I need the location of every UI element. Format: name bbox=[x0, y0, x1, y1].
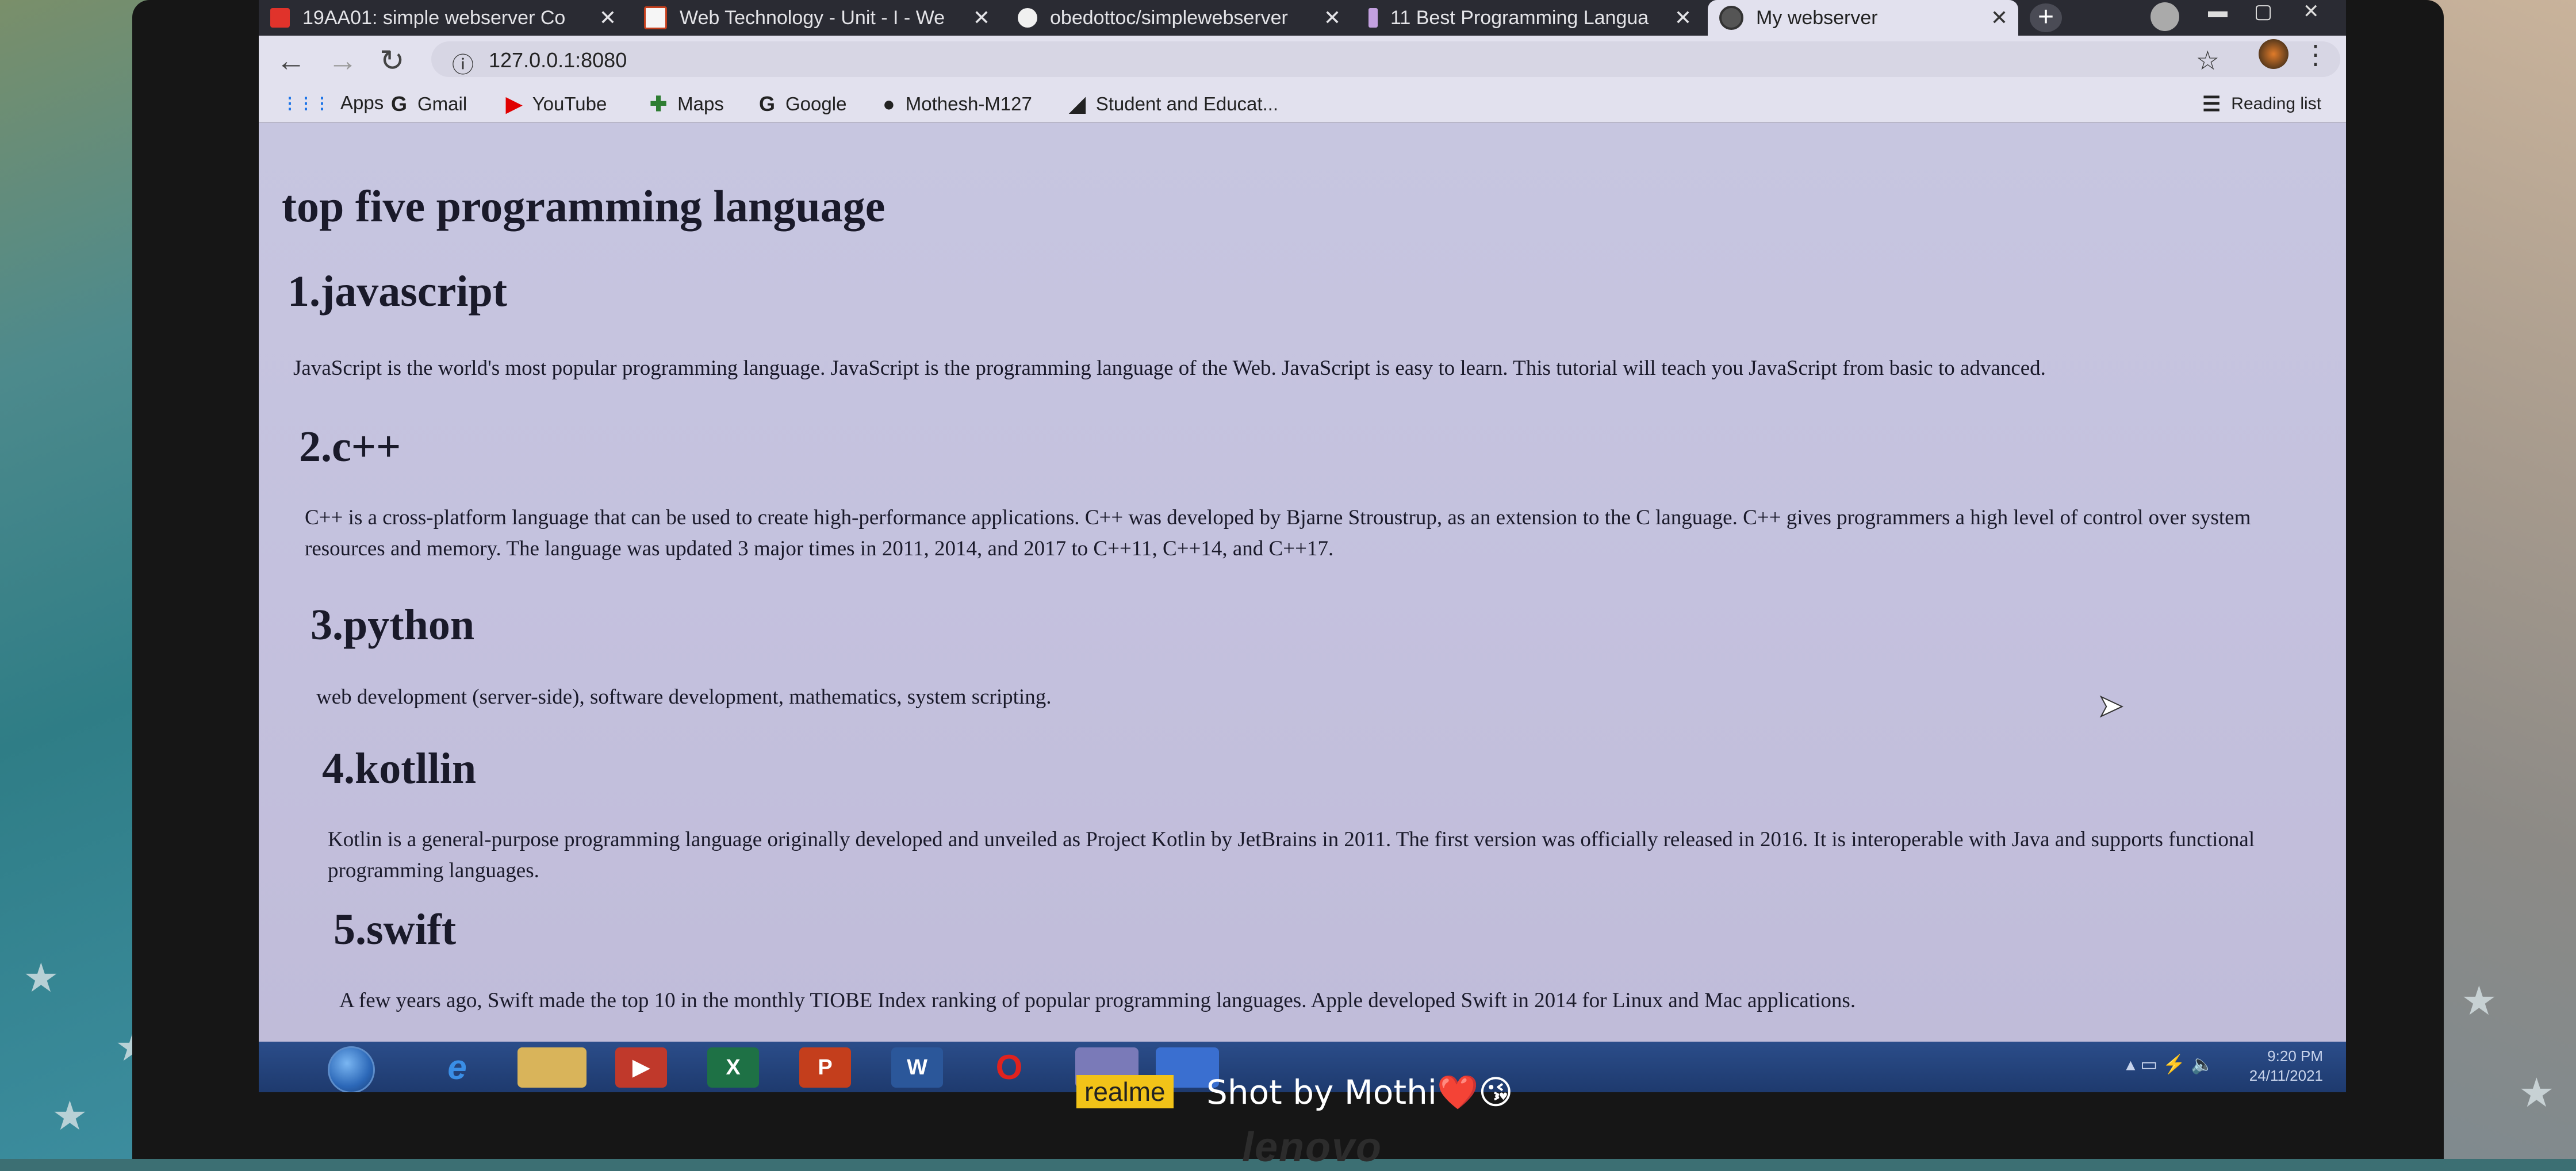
bookmarks-bar: ⋮⋮⋮ Apps G Gmail ▶ YouTube ✚ Maps G Goog… bbox=[259, 84, 2346, 123]
bookmark-mothesh[interactable]: ● Mothesh-M127 bbox=[883, 92, 1032, 116]
fabric-star-pattern: ★ bbox=[23, 955, 59, 1000]
language-description-cpp: C++ is a cross-platform language that ca… bbox=[305, 506, 2251, 560]
language-heading-swift: 5.swift bbox=[334, 905, 457, 954]
bookmark-label: YouTube bbox=[532, 93, 607, 114]
language-description-kotlin: Kotlin is a general-purpose programming … bbox=[328, 828, 2255, 882]
photo-credit-watermark: Shot by Mothi❤️😘 bbox=[1206, 1073, 1513, 1112]
tab-my-webserver[interactable]: My webserver ✕ bbox=[1708, 0, 2018, 36]
tab-simple-webserver[interactable]: 19AA01: simple webserver Co ✕ bbox=[259, 0, 627, 36]
media-player-icon[interactable]: ▶ bbox=[615, 1047, 667, 1088]
clock[interactable]: 9:20 PM 24/11/2021 bbox=[2249, 1046, 2323, 1085]
excel-icon[interactable]: X bbox=[707, 1047, 759, 1088]
bookmark-youtube[interactable]: ▶ YouTube bbox=[506, 92, 607, 116]
bookmark-label: Maps bbox=[677, 93, 724, 114]
close-icon[interactable]: ✕ bbox=[973, 6, 990, 30]
reading-list-button[interactable]: ☰ Reading list bbox=[2202, 92, 2321, 116]
language-heading-javascript: 1.javascript bbox=[288, 267, 508, 316]
internet-explorer-icon[interactable]: e bbox=[431, 1047, 483, 1088]
tab-title: 11 Best Programming Langua bbox=[1390, 6, 1649, 29]
language-description-javascript: JavaScript is the world's most popular p… bbox=[293, 356, 2046, 380]
mouse-cursor-icon: ➤ bbox=[2097, 688, 2124, 724]
start-button[interactable] bbox=[328, 1046, 375, 1092]
bookmark-label: Apps bbox=[340, 92, 384, 113]
google-icon: G bbox=[759, 92, 776, 116]
tab-web-technology[interactable]: Web Technology - Unit - I - We ✕ bbox=[632, 0, 1000, 36]
reading-list-icon: ☰ bbox=[2202, 92, 2221, 116]
language-heading-python: 3.python bbox=[310, 601, 475, 649]
profile-avatar[interactable] bbox=[2259, 39, 2288, 69]
tab-strip: 19AA01: simple webserver Co ✕ Web Techno… bbox=[259, 0, 2346, 36]
document-icon bbox=[270, 8, 290, 28]
bookmark-icon bbox=[1368, 8, 1378, 28]
tab-title: My webserver bbox=[1756, 6, 1878, 29]
address-bar[interactable]: ⓘ 127.0.0.1:8080 ☆ bbox=[431, 41, 2340, 79]
browser-toolbar: ← → ↻ ⓘ 127.0.0.1:8080 ☆ ⋮ bbox=[259, 36, 2346, 84]
clock-time: 9:20 PM bbox=[2267, 1047, 2323, 1065]
bookmark-label: Student and Educat... bbox=[1095, 93, 1279, 114]
laptop-screen: 19AA01: simple webserver Co ✕ Web Techno… bbox=[259, 0, 2346, 1092]
bookmark-maps[interactable]: ✚ Maps bbox=[650, 92, 724, 116]
globe-icon bbox=[1719, 6, 1743, 30]
classroom-icon: ◢ bbox=[1070, 92, 1086, 116]
language-heading-kotlin: 4.kotllin bbox=[322, 744, 477, 793]
language-description-swift: A few years ago, Swift made the top 10 i… bbox=[339, 989, 1856, 1012]
opera-icon[interactable]: O bbox=[983, 1047, 1035, 1088]
clock-date: 24/11/2021 bbox=[2249, 1067, 2323, 1084]
github-icon: ● bbox=[883, 92, 895, 116]
close-icon[interactable]: ✕ bbox=[1991, 6, 2008, 30]
bookmark-student-education[interactable]: ◢ Student and Educat... bbox=[1070, 92, 1278, 116]
profile-badge-icon[interactable] bbox=[2150, 2, 2179, 31]
google-icon: G bbox=[391, 92, 408, 116]
github-icon bbox=[1018, 8, 1037, 28]
page-title: top five programming language bbox=[282, 181, 885, 231]
bookmark-label: Mothesh-M127 bbox=[905, 93, 1032, 114]
tab-title: obedottoc/simplewebserver bbox=[1050, 6, 1288, 29]
fabric-star-pattern: ★ bbox=[2518, 1070, 2555, 1115]
close-icon[interactable]: ✕ bbox=[599, 6, 616, 30]
reading-list-label: Reading list bbox=[2231, 94, 2322, 113]
tab-title: Web Technology - Unit - I - We bbox=[680, 6, 945, 29]
youtube-icon: ▶ bbox=[506, 92, 522, 116]
bookmark-label: Google bbox=[785, 93, 847, 114]
more-menu-icon[interactable]: ⋮ bbox=[2302, 39, 2329, 70]
close-icon[interactable]: ✕ bbox=[1324, 6, 1341, 30]
file-explorer-icon[interactable] bbox=[518, 1047, 586, 1088]
language-heading-cpp: 2.c++ bbox=[299, 423, 401, 471]
fabric-star-pattern: ★ bbox=[52, 1093, 88, 1138]
info-icon[interactable]: ⓘ bbox=[452, 47, 474, 79]
apps-grid-icon: ⋮⋮⋮ bbox=[282, 94, 330, 112]
tab-title: 19AA01: simple webserver Co bbox=[302, 6, 566, 29]
bookmark-label: Gmail bbox=[417, 93, 467, 114]
slides-icon bbox=[644, 6, 667, 29]
system-tray[interactable]: ▴ ▭ ⚡ 🔈 bbox=[2126, 1053, 2214, 1075]
url-text[interactable]: 127.0.0.1:8080 bbox=[489, 48, 627, 72]
tab-github-simplewebserver[interactable]: obedottoc/simplewebserver ✕ bbox=[1006, 0, 1351, 36]
tab-programming-languages[interactable]: 11 Best Programming Langua ✕ bbox=[1357, 0, 1702, 36]
fabric-star-pattern: ★ bbox=[2461, 978, 2497, 1023]
web-page: top five programming language 1.javascri… bbox=[259, 123, 2346, 1043]
window-close-icon[interactable]: ✕ bbox=[2303, 0, 2320, 22]
new-tab-button[interactable]: + bbox=[2030, 3, 2062, 32]
reload-icon[interactable]: ↻ bbox=[379, 44, 405, 78]
bookmark-apps[interactable]: ⋮⋮⋮ Apps bbox=[282, 92, 384, 114]
language-description-python: web development (server-side), software … bbox=[316, 685, 1052, 709]
bookmark-gmail[interactable]: G Gmail bbox=[391, 92, 467, 116]
word-icon[interactable]: W bbox=[891, 1047, 943, 1088]
camera-brand-watermark: realme bbox=[1076, 1075, 1174, 1108]
laptop-brand-logo: lenovo bbox=[1242, 1124, 1383, 1170]
bookmark-google[interactable]: G Google bbox=[759, 92, 846, 116]
bookmark-star-icon[interactable]: ☆ bbox=[2196, 45, 2220, 76]
minimize-icon[interactable]: ▬ bbox=[2208, 0, 2228, 22]
back-arrow-icon[interactable]: ← bbox=[276, 44, 306, 78]
close-icon[interactable]: ✕ bbox=[1674, 6, 1692, 30]
maps-icon: ✚ bbox=[650, 92, 668, 116]
powerpoint-icon[interactable]: P bbox=[799, 1047, 851, 1088]
forward-arrow-icon[interactable]: → bbox=[328, 44, 358, 78]
maximize-icon[interactable]: ▢ bbox=[2254, 0, 2272, 22]
